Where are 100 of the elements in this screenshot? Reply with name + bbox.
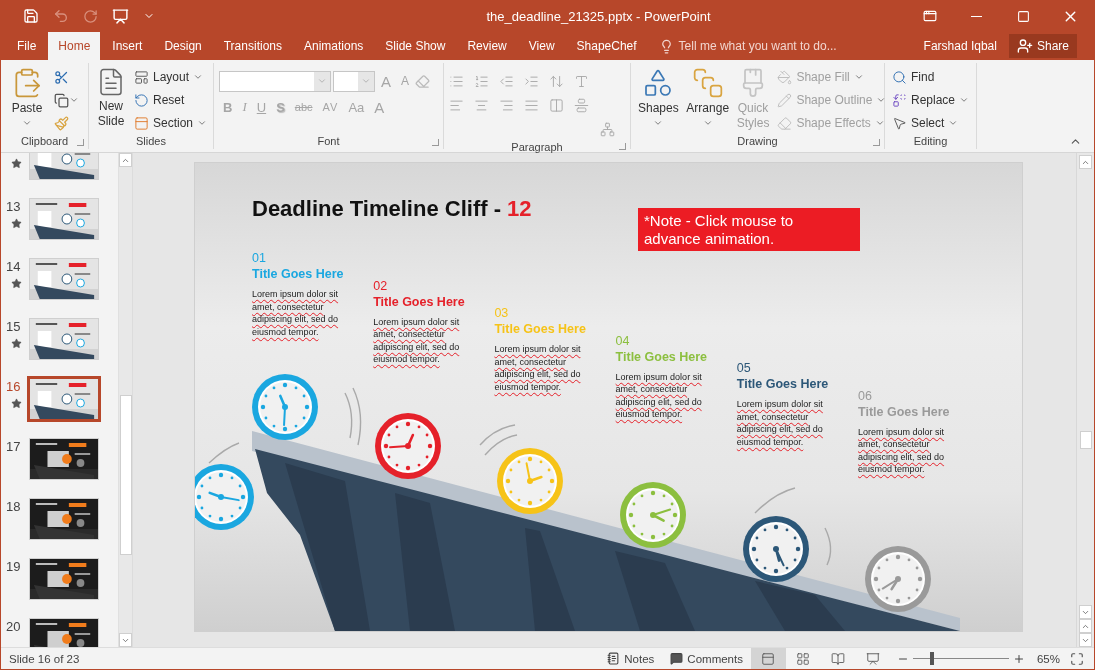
- paste-button[interactable]: Paste: [6, 65, 48, 133]
- ribbon-tab[interactable]: Transitions: [213, 32, 292, 60]
- ribbon-tab[interactable]: File: [7, 32, 47, 60]
- undo-icon[interactable]: [53, 8, 69, 24]
- replace-icon: [892, 92, 907, 108]
- caret-icon: [361, 76, 371, 86]
- reset-icon: [134, 92, 149, 108]
- scroll-thumb[interactable]: [1079, 431, 1092, 449]
- note-callout: *Note - Click mouse to advance animation.: [638, 208, 860, 251]
- zoom-in-icon[interactable]: [1012, 652, 1025, 665]
- step-number: 04: [615, 333, 631, 349]
- group-label: Paragraph: [511, 141, 563, 153]
- share-button[interactable]: Share: [1008, 34, 1077, 58]
- arrange-icon: [691, 67, 724, 99]
- step-title: Title Goes Here: [858, 403, 951, 420]
- ribbon-tab[interactable]: Slide Show: [375, 32, 456, 60]
- thumbnail-scrollbar[interactable]: [119, 153, 133, 647]
- step-description: Lorem ipsum dolor sit amet, consectetur adipiscing elit, sed do eiusmod tempor.: [858, 425, 946, 476]
- window-title: the_deadline_21325.pptx - PowerPoint: [485, 8, 712, 24]
- maximize-icon: [1017, 9, 1030, 23]
- new-slide-button[interactable]: New Slide: [94, 65, 128, 133]
- step-number: 02: [373, 278, 389, 294]
- ribbon-tab[interactable]: Home: [48, 32, 101, 60]
- step-number: 06: [858, 388, 873, 404]
- fit-to-window-icon[interactable]: [1070, 651, 1084, 666]
- step-title: Title Goes Here: [373, 293, 466, 310]
- book-icon: [831, 651, 846, 666]
- copy-icon: [54, 92, 69, 108]
- caret-icon: [69, 95, 79, 105]
- presentation-icon: [866, 651, 881, 666]
- caret-icon: [22, 118, 32, 128]
- caret-icon: [876, 95, 887, 105]
- caret-icon: [874, 118, 885, 128]
- slide-scrollbar[interactable]: [1076, 153, 1094, 647]
- slide-number: 17: [6, 438, 22, 456]
- speech-bubble-icon: [670, 652, 684, 665]
- slide-thumbnail[interactable]: [27, 376, 101, 422]
- step-number: 03: [494, 306, 510, 321]
- scissors-icon: [54, 69, 69, 85]
- ribbon-tab[interactable]: Animations: [294, 32, 374, 60]
- paint-bucket-icon: [777, 69, 793, 85]
- normal-view-icon: [761, 651, 776, 666]
- comments-button[interactable]: Comments: [662, 647, 751, 669]
- caret-icon: [317, 76, 327, 86]
- redo-icon[interactable]: [83, 8, 98, 24]
- notes-button[interactable]: Notes: [599, 647, 663, 669]
- person-plus-icon: [1016, 38, 1033, 54]
- slides-command[interactable]: Reset: [132, 90, 210, 110]
- slide-title: Deadline Timeline Cliff - 12: [252, 196, 532, 222]
- slide-number: 14: [6, 258, 22, 276]
- view-button[interactable]: [750, 647, 786, 669]
- ribbon-tab[interactable]: Design: [154, 32, 212, 60]
- slides-command[interactable]: Section: [132, 113, 210, 133]
- slide-number: 13: [6, 198, 22, 216]
- slide-counter: Slide 16 of 23: [8, 652, 81, 665]
- window-icon: [922, 9, 937, 23]
- step-description: Lorem ipsum dolor sit amet, consectetur adipiscing elit, sed do eiusmod tempor.: [373, 315, 461, 366]
- editing-command[interactable]: Replace: [890, 90, 972, 110]
- ribbon-tab[interactable]: Insert: [102, 32, 153, 60]
- caret-icon: [653, 118, 664, 128]
- ribbon-tab[interactable]: View: [518, 32, 565, 60]
- caret-icon: [853, 72, 864, 82]
- step-number: 01: [252, 251, 267, 266]
- effects-icon: [777, 115, 793, 131]
- section-icon: [134, 115, 149, 131]
- search-icon: [892, 69, 907, 85]
- step-description: Lorem ipsum dolor sit amet, consectetur adipiscing elit, sed do eiusmod tempor.: [615, 370, 703, 421]
- slide-number: 19: [6, 558, 22, 576]
- slide-number: 16: [6, 378, 22, 396]
- step-title: Title Goes Here: [615, 348, 709, 365]
- step-title: Title Goes Here: [736, 376, 830, 392]
- zoom-percent[interactable]: 65%: [1036, 652, 1060, 665]
- drawing-button[interactable]: Shapes: [636, 65, 681, 133]
- pencil-icon: [777, 92, 793, 108]
- editing-command[interactable]: Select: [890, 113, 972, 133]
- scroll-thumb[interactable]: [119, 395, 132, 555]
- tell-me-placeholder[interactable]: Tell me what you want to do...: [678, 39, 837, 53]
- slides-command[interactable]: Layout: [132, 67, 210, 87]
- slide-number: 20: [6, 618, 22, 636]
- step-title: Title Goes Here: [494, 321, 587, 337]
- caret-icon: [702, 118, 713, 128]
- slide-number: 15: [6, 318, 22, 336]
- group-label: Drawing: [737, 135, 778, 147]
- layout-icon: [134, 69, 149, 85]
- save-icon[interactable]: [23, 8, 39, 24]
- minimize-icon: [971, 15, 982, 17]
- zoom-thumb[interactable]: [930, 652, 935, 665]
- slide-number: 18: [6, 498, 22, 516]
- step-title: Title Goes Here: [252, 266, 345, 282]
- ribbon-tab[interactable]: ShapeChef: [566, 32, 647, 60]
- presentation-icon[interactable]: [112, 7, 129, 25]
- step-description: Lorem ipsum dolor sit amet, consectetur adipiscing elit, sed do eiusmod tempor.: [736, 398, 824, 449]
- paintbrush-icon: [54, 115, 69, 131]
- editing-command[interactable]: Find: [890, 67, 972, 87]
- group-label: Clipboard: [20, 135, 69, 147]
- drawing-button[interactable]: Arrange: [684, 65, 731, 133]
- step-description: Lorem ipsum dolor sit amet, consectetur adipiscing elit, sed do eiusmod tempor.: [494, 343, 582, 394]
- user-name[interactable]: Farshad Iqbal: [923, 39, 997, 53]
- ribbon-tab[interactable]: Review: [457, 32, 517, 60]
- group-label: Font: [317, 135, 340, 147]
